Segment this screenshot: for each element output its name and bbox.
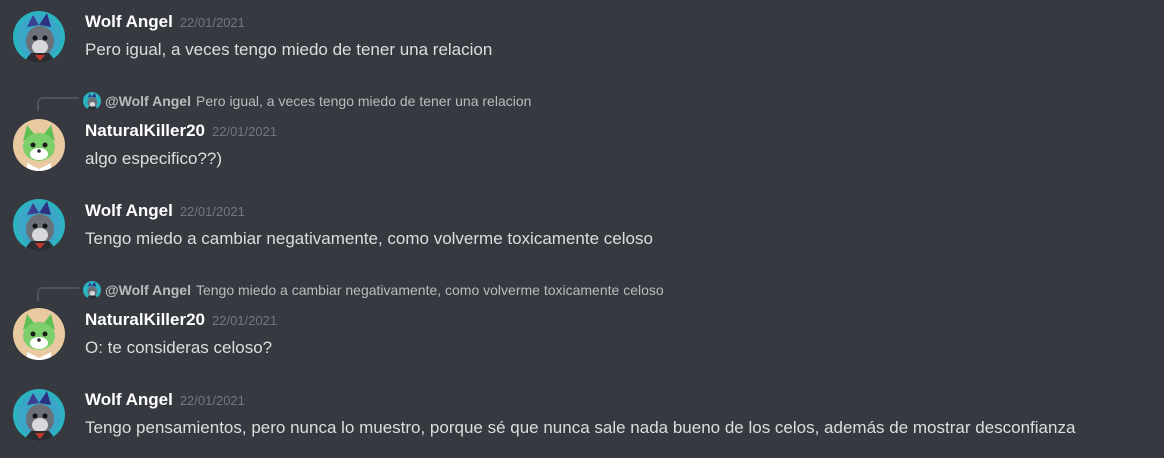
avatar-wolf-angel[interactable] (13, 389, 65, 441)
timestamp[interactable]: 22/01/2021 (180, 15, 245, 30)
avatar-wolf-angel[interactable] (13, 11, 65, 63)
reply-spine (37, 97, 79, 111)
reply-preview[interactable]: @Wolf Angel Tengo miedo a cambiar negativ… (83, 281, 664, 299)
reply-text: Pero igual, a veces tengo miedo de tener… (195, 93, 532, 109)
message-header: Wolf Angel 22/01/2021 (85, 11, 245, 34)
fox-avatar-icon (13, 308, 65, 360)
message-content: O: te consideras celoso? (85, 338, 273, 357)
message-content: Tengo pensamientos, pero nunca lo muestr… (85, 418, 1076, 437)
chat-messages: Wolf Angel 22/01/2021 Pero igual, a veces… (0, 0, 1164, 458)
message-content: Tengo miedo a cambiar negativamente, com… (85, 229, 653, 248)
wolf-avatar-icon (83, 281, 101, 299)
username[interactable]: Wolf Angel (85, 201, 173, 220)
username[interactable]: NaturalKiller20 (85, 121, 205, 140)
wolf-avatar-icon (13, 389, 65, 441)
timestamp[interactable]: 22/01/2021 (212, 313, 277, 328)
reply-mention[interactable]: @Wolf Angel (105, 282, 191, 298)
wolf-avatar-icon (13, 199, 65, 251)
reply-spine (37, 287, 79, 301)
message-header: NaturalKiller20 22/01/2021 (85, 309, 277, 332)
message-content: algo especifico??) (85, 149, 223, 168)
username[interactable]: Wolf Angel (85, 390, 173, 409)
username[interactable]: NaturalKiller20 (85, 310, 205, 329)
reply-avatar (83, 281, 101, 299)
message-header: Wolf Angel 22/01/2021 (85, 200, 245, 223)
reply-avatar (83, 92, 101, 110)
avatar-wolf-angel[interactable] (13, 199, 65, 251)
reply-mention[interactable]: @Wolf Angel (105, 93, 191, 109)
message-header: Wolf Angel 22/01/2021 (85, 389, 245, 412)
wolf-avatar-icon (83, 92, 101, 110)
avatar-naturalkiller20[interactable] (13, 119, 65, 171)
message-header: NaturalKiller20 22/01/2021 (85, 120, 277, 143)
wolf-avatar-icon (13, 11, 65, 63)
username[interactable]: Wolf Angel (85, 12, 173, 31)
timestamp[interactable]: 22/01/2021 (180, 393, 245, 408)
timestamp[interactable]: 22/01/2021 (212, 124, 277, 139)
reply-preview[interactable]: @Wolf Angel Pero igual, a veces tengo mie… (83, 92, 531, 110)
timestamp[interactable]: 22/01/2021 (180, 204, 245, 219)
message-content: Pero igual, a veces tengo miedo de tener… (85, 40, 493, 59)
avatar-naturalkiller20[interactable] (13, 308, 65, 360)
reply-text: Tengo miedo a cambiar negativamente, com… (195, 282, 664, 298)
fox-avatar-icon (13, 119, 65, 171)
